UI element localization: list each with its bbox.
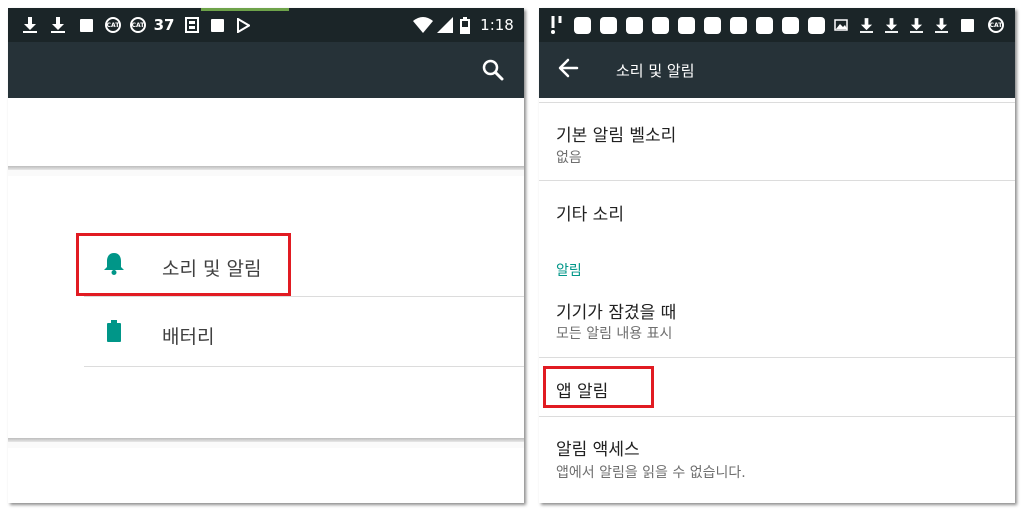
square-notification-icon [780,15,800,35]
download-icon [908,15,924,35]
download-icon [933,15,949,35]
square-notification-icon [702,15,722,35]
loading-indicator [201,8,289,11]
wifi-icon [412,15,434,35]
square-notification-icon [959,15,975,35]
square-notification-icon [78,15,94,35]
list-item-notification-access[interactable]: 알림 액세스 앱에서 알림을 읽을 수 없습니다. [539,418,1015,494]
battery-icon [458,15,472,35]
section-header-notifications: 알림 [556,263,582,279]
page-title: 소리 및 알림 [616,62,695,80]
square-notification-icon [209,15,225,35]
download-icon [22,15,38,35]
list-divider [539,102,1015,103]
list-item-when-device-locked[interactable]: 기기가 잠겼을 때 모든 알림 내용 표시 [539,288,1015,356]
image-icon [184,15,200,35]
settings-card [8,98,524,166]
download-icon [883,15,899,35]
notification-icon [549,15,565,35]
app-bar: 소리 및 알림 [539,42,1015,98]
list-item-summary: 앱에서 알림을 읽을 수 없습니다. [556,465,746,481]
cat-icon: CAT [104,15,122,35]
list-divider [539,416,1015,417]
square-notification-icon [572,15,592,35]
status-bar: CAT [539,8,1015,42]
left-screen: CAT CAT 37 1:18 소리 및 알림 배터리 [8,8,524,503]
sidebar-item-label: 배터리 [162,326,215,348]
list-item-title: 기본 알림 벨소리 [556,126,677,146]
settings-card [8,448,524,503]
highlight-box [543,366,654,408]
battery-icon [107,320,125,346]
card-divider [8,166,524,170]
sidebar-item-battery[interactable]: 배터리 [84,304,524,364]
list-item-title: 알림 액세스 [556,440,640,460]
clock: 1:18 [480,16,514,34]
app-bar [8,42,524,98]
arrow-left-icon[interactable] [557,57,581,81]
square-notification-icon [650,15,670,35]
right-screen: CAT 소리 및 알림 기본 알림 벨소리 없음 기타 소리 알림 기기가 잠겼… [539,8,1015,503]
list-item-title: 기기가 잠겼을 때 [556,303,677,323]
list-item-title: 기타 소리 [556,205,624,225]
image-icon [833,15,849,35]
list-divider [539,180,1015,181]
square-notification-icon [728,15,748,35]
highlight-box [76,233,291,296]
notification-count: 37 [153,16,175,34]
search-icon[interactable] [482,59,506,83]
list-divider [84,366,524,367]
list-item-summary: 없음 [556,150,582,166]
square-notification-icon [624,15,644,35]
download-icon [50,15,66,35]
cat-icon: CAT [129,15,147,35]
square-notification-icon [806,15,826,35]
list-item-default-notification-sound[interactable]: 기본 알림 벨소리 없음 [539,104,1015,180]
status-bar: CAT CAT 37 1:18 [8,8,524,42]
list-divider [539,357,1015,358]
play-store-icon [235,15,251,35]
signal-icon [436,15,454,35]
list-item-summary: 모든 알림 내용 표시 [556,326,673,342]
card-divider [8,438,524,442]
cat-icon: CAT [987,15,1005,35]
square-notification-icon [598,15,618,35]
square-notification-icon [676,15,696,35]
list-item-other-sounds[interactable]: 기타 소리 [539,182,1015,242]
list-divider [84,296,524,297]
download-icon [858,15,874,35]
square-notification-icon [754,15,774,35]
